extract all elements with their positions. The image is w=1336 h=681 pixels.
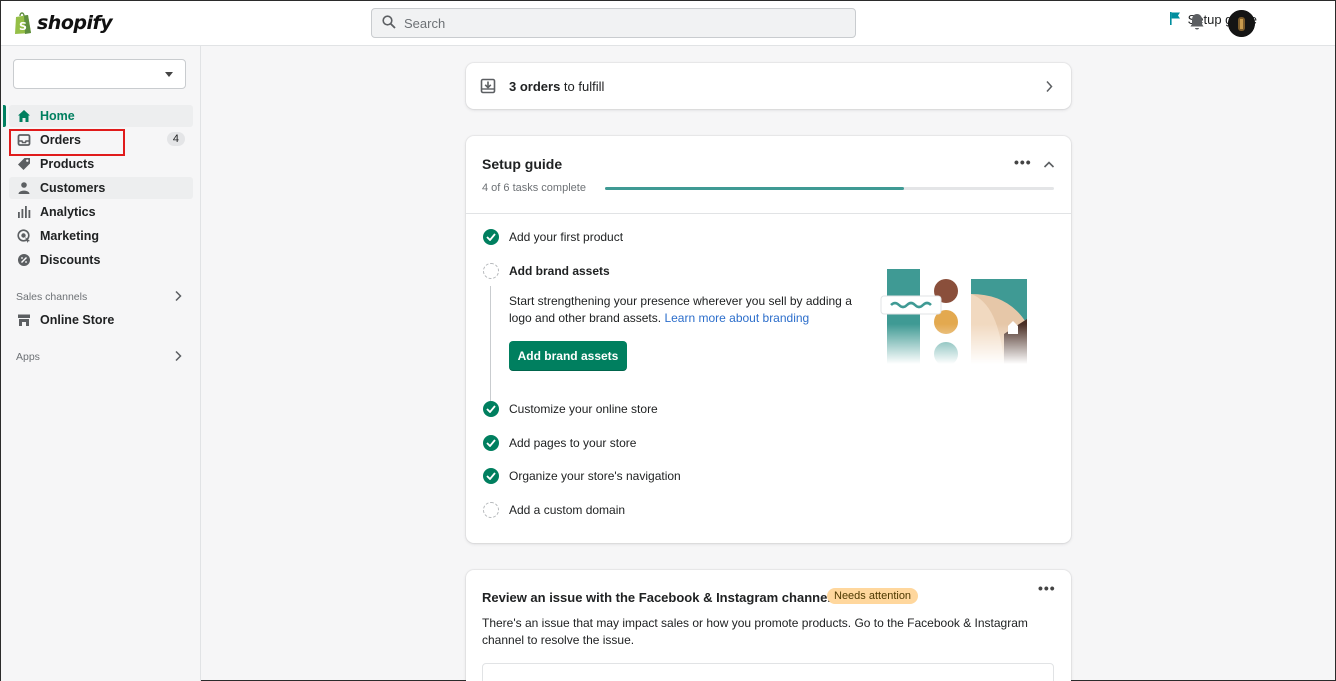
sidebar-item-analytics[interactable]: Analytics [9,201,193,223]
chevron-up-icon[interactable] [1043,157,1055,172]
task-item[interactable]: Add a custom domain [483,502,625,518]
orders-suffix: to fulfill [560,79,605,94]
check-circle-icon [483,468,499,484]
chevron-right-icon[interactable] [173,350,183,365]
sidebar-item-products[interactable]: Products [9,153,193,175]
store-icon [17,313,31,327]
sidebar-item-marketing[interactable]: Marketing [9,225,193,247]
sidebar-item-label: Customers [40,181,106,195]
learn-more-branding-link[interactable]: Learn more about branding [664,311,809,325]
inbox-download-icon [480,78,496,97]
flag-icon [1168,11,1182,28]
logo-wordmark: shopify [37,12,113,34]
facebook-issue-title: Review an issue with the Facebook & Inst… [482,590,831,605]
orders-count-badge: 4 [166,132,185,146]
task-label: Add your first product [509,230,624,244]
needs-attention-badge: Needs attention [827,588,919,604]
task-label: Add brand assets [509,264,610,278]
more-options-icon[interactable]: ••• [1014,154,1032,170]
task-connector-line [490,286,491,401]
setup-guide-card: Setup guide ••• 4 of 6 tasks complete Ad… [466,136,1071,543]
check-circle-icon [483,229,499,245]
search-input[interactable] [404,15,824,31]
svg-text:S: S [19,20,27,33]
caret-down-icon [165,72,173,77]
apps-header[interactable]: Apps [16,351,40,363]
bell-icon[interactable] [1189,13,1205,34]
active-indicator [3,105,6,127]
pending-circle-icon [483,502,499,518]
sidebar-item-customers[interactable]: Customers [9,177,193,199]
sidebar-item-label: Discounts [40,253,101,267]
sidebar-item-home[interactable]: Home [9,105,193,127]
setup-progress-text: 4 of 6 tasks complete [482,182,586,194]
tag-icon [17,157,31,171]
add-brand-assets-button[interactable]: Add brand assets [509,341,627,371]
search-icon [382,14,396,32]
target-icon [17,229,31,243]
check-circle-icon [483,401,499,417]
shopify-bag-icon: S [13,11,33,35]
facebook-issue-card: Review an issue with the Facebook & Inst… [466,570,1071,681]
sidebar-item-label: Analytics [40,205,96,219]
brand-assets-description: Start strengthening your presence wherev… [509,293,854,327]
sidebar-item-online-store[interactable]: Online Store [9,309,193,331]
store-selector[interactable] [13,59,186,89]
task-label: Organize your store's navigation [509,469,681,483]
bar-chart-icon [17,205,31,219]
facebook-issue-detail-box[interactable] [482,663,1054,681]
top-bar: S shopify Setup guide [1,1,1335,46]
sidebar-item-discounts[interactable]: Discounts [9,249,193,271]
task-label: Add a custom domain [509,503,626,517]
orders-to-fulfill-text: 3 orders to fulfill [509,79,604,94]
task-item[interactable]: Add your first product [483,229,623,245]
chevron-right-icon [1044,80,1054,96]
sidebar-item-label: Marketing [40,229,100,243]
shopify-logo[interactable]: S shopify [13,11,113,35]
setup-progress-bar [605,187,1054,190]
discount-icon [17,253,31,267]
orders-to-fulfill-card[interactable]: 3 orders to fulfill [466,63,1071,109]
pending-circle-icon [483,263,499,279]
sales-channels-header: Sales channels [16,291,88,303]
facebook-issue-description: There's an issue that may impact sales o… [482,616,1028,647]
chevron-right-icon[interactable] [173,290,183,305]
task-item[interactable]: Add brand assets [483,263,610,279]
person-icon [17,181,31,195]
check-circle-icon [483,435,499,451]
brand-assets-illustration [879,264,1039,366]
home-icon [17,109,31,123]
sidebar-item-label: Home [40,109,75,123]
divider [466,213,1071,214]
task-item[interactable]: Customize your online store [483,401,658,417]
highlight-box [9,129,125,156]
task-label: Add pages to your store [509,436,637,450]
sidebar-item-label: Online Store [40,313,115,327]
setup-guide-title: Setup guide [482,156,563,172]
task-item[interactable]: Organize your store's navigation [483,468,681,484]
more-options-icon[interactable]: ••• [1038,580,1056,596]
search-bar[interactable] [371,8,856,38]
task-label: Customize your online store [509,402,658,416]
orders-count: 3 orders [509,79,561,94]
task-item[interactable]: Add pages to your store [483,435,636,451]
setup-progress-fill [605,187,905,190]
sidebar-item-label: Products [40,157,95,171]
avatar[interactable] [1228,10,1255,37]
